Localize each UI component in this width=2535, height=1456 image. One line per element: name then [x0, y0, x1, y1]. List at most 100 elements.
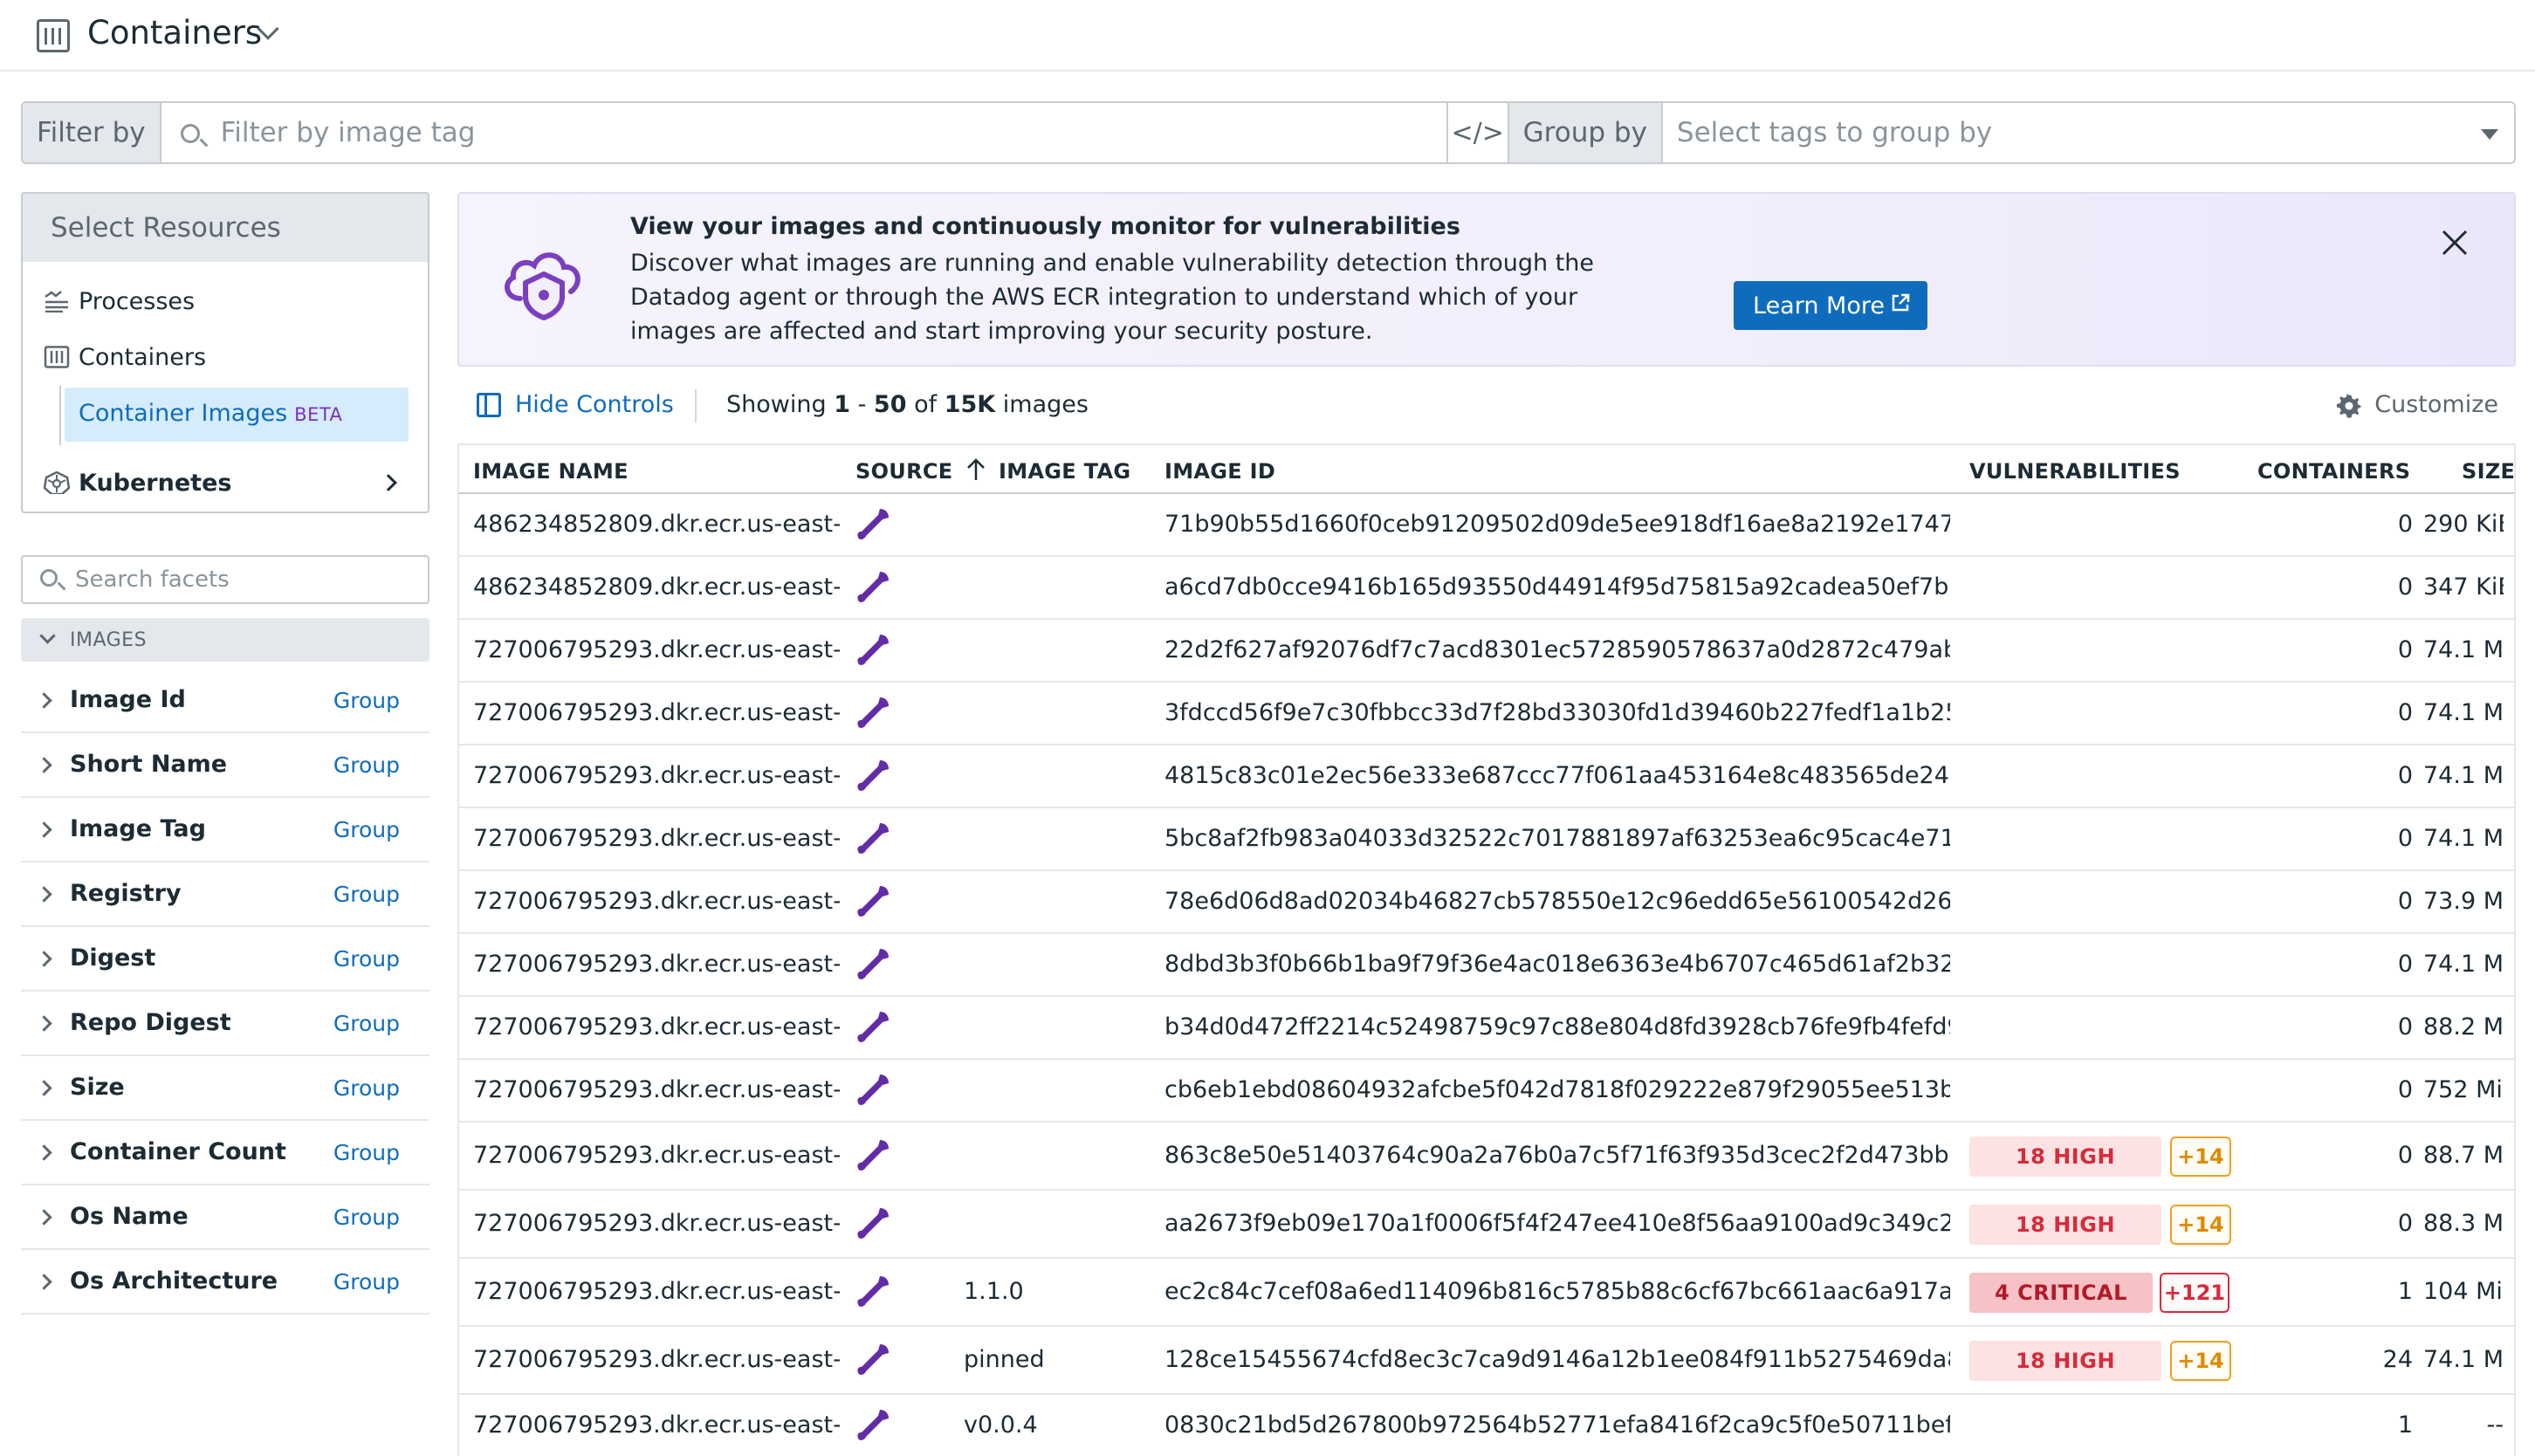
facet-row[interactable]: Size Group — [21, 1056, 429, 1121]
image-id-cell: 71b90b55d1660f0ceb91209502d09de5ee918df1… — [1164, 511, 1950, 538]
resource-label: Container Images BETA — [79, 400, 343, 427]
table-row[interactable]: 727006795293.dkr.ecr.us-east-1.... 863c8e… — [459, 1123, 2514, 1191]
table-row[interactable]: 727006795293.dkr.ecr.us-east-1.... 3fdccd… — [459, 683, 2514, 745]
containers-count-cell: 1 — [2397, 1278, 2413, 1305]
chevron-right-icon[interactable] — [36, 1015, 52, 1032]
table-row[interactable]: 727006795293.dkr.ecr.us-east-1.... pinned… — [459, 1327, 2514, 1395]
facet-row[interactable]: Image Tag Group — [21, 798, 429, 862]
table-row[interactable]: 727006795293.dkr.ecr.us-east-1.... 5bc8af… — [459, 808, 2514, 871]
table-row[interactable]: 486234852809.dkr.ecr.us-east-1.... a6cd7d… — [459, 557, 2514, 620]
column-header-size[interactable]: SIZE — [2462, 459, 2514, 484]
chevron-right-icon[interactable] — [36, 951, 52, 967]
resource-item-processes[interactable]: Processes — [23, 276, 428, 326]
facet-row[interactable]: Os Name Group — [21, 1185, 429, 1250]
facet-group-button[interactable]: Group — [333, 817, 400, 842]
resource-item-container-images[interactable]: Container Images BETA — [65, 388, 409, 442]
facet-row[interactable]: Repo Digest Group — [21, 992, 429, 1056]
beta-badge: BETA — [294, 404, 343, 425]
size-cell: 88.2 MiB — [2423, 1013, 2504, 1040]
chevron-right-icon[interactable] — [36, 1274, 52, 1290]
image-id-cell: 128ce15455674cfd8ec3c7ca9d9146a12b1ee084… — [1164, 1346, 1950, 1373]
chevron-right-icon[interactable] — [36, 821, 52, 838]
table-row[interactable]: 727006795293.dkr.ecr.us-east-1.... aa2673… — [459, 1191, 2514, 1259]
vulnerability-more-badge[interactable]: +121 — [2160, 1273, 2229, 1313]
column-header-source[interactable]: SOURCE — [855, 459, 952, 484]
vulnerability-badge[interactable]: 4 CRITICAL — [1969, 1273, 2153, 1313]
chevron-right-icon[interactable] — [36, 692, 52, 709]
toolbar-divider — [695, 389, 697, 422]
sort-ascending-icon[interactable] — [965, 457, 986, 482]
vulnerability-badge[interactable]: 18 HIGH — [1969, 1137, 2161, 1177]
column-header-image-tag[interactable]: IMAGE TAG — [999, 459, 1130, 484]
table-row[interactable]: 727006795293.dkr.ecr.us-east-1.... cb6eb1… — [459, 1060, 2514, 1123]
facet-group-button[interactable]: Group — [333, 752, 400, 778]
vulnerability-badge[interactable]: 18 HIGH — [1969, 1341, 2161, 1381]
containers-count-cell: 0 — [2397, 825, 2413, 852]
facet-row[interactable]: Short Name Group — [21, 733, 429, 798]
page-title[interactable]: Containers — [87, 14, 262, 52]
resource-label: Processes — [79, 287, 196, 315]
chevron-right-icon[interactable] — [36, 886, 52, 903]
close-icon[interactable] — [2439, 227, 2470, 258]
table-row[interactable]: 727006795293.dkr.ecr.us-east-1.... b34d0d… — [459, 997, 2514, 1060]
facet-row[interactable]: Registry Group — [21, 862, 429, 927]
image-name-cell: 727006795293.dkr.ecr.us-east-1.... — [473, 1013, 840, 1040]
facet-group-button[interactable]: Group — [333, 946, 400, 972]
facet-group-button[interactable]: Group — [333, 1205, 400, 1230]
learn-more-button[interactable]: Learn More — [1734, 281, 1927, 330]
table-row[interactable]: 727006795293.dkr.ecr.us-east-1.... 8dbd3b… — [459, 934, 2514, 997]
resource-item-kubernetes[interactable]: Kubernetes — [23, 457, 428, 508]
customize-label: Customize — [2374, 391, 2498, 418]
facet-name: Digest — [70, 944, 156, 972]
facet-row[interactable]: Container Count Group — [21, 1121, 429, 1185]
containers-count-cell: 24 — [2382, 1346, 2413, 1373]
group-by-select[interactable]: Select tags to group by — [1663, 103, 2514, 162]
column-header-image-id[interactable]: IMAGE ID — [1164, 459, 1275, 484]
facet-group-button[interactable]: Group — [333, 1011, 400, 1036]
image-id-cell: 22d2f627af92076df7c7acd8301ec57285905786… — [1164, 636, 1950, 663]
table-row[interactable]: 727006795293.dkr.ecr.us-east-1.... 78e6d0… — [459, 871, 2514, 934]
images-section-header[interactable]: IMAGES — [21, 618, 429, 662]
gear-icon — [2337, 393, 2361, 418]
chevron-right-icon[interactable] — [36, 1144, 52, 1161]
vulnerability-badge[interactable]: 18 HIGH — [1969, 1205, 2161, 1245]
table-row[interactable]: 727006795293.dkr.ecr.us-east-1.... v0.0.4… — [459, 1395, 2514, 1456]
filter-input[interactable]: Filter by image tag — [161, 103, 1448, 162]
search-icon — [180, 124, 200, 143]
vulnerability-more-badge[interactable]: +14 — [2170, 1205, 2231, 1245]
caret-down-icon — [2481, 129, 2498, 140]
select-resources-title: Select Resources — [23, 194, 428, 262]
facet-group-button[interactable]: Group — [333, 1269, 400, 1295]
facet-group-button[interactable]: Group — [333, 1140, 400, 1165]
column-header-containers[interactable]: CONTAINERS — [2257, 459, 2410, 484]
facet-search-input[interactable]: Search facets — [21, 555, 429, 604]
vulnerability-more-badge[interactable]: +14 — [2170, 1137, 2231, 1177]
table-row[interactable]: 486234852809.dkr.ecr.us-east-1.... 71b90b… — [459, 494, 2514, 557]
facet-group-button[interactable]: Group — [333, 1075, 400, 1101]
facet-row[interactable]: Image Id Group — [21, 669, 429, 733]
resource-item-containers[interactable]: Containers — [23, 332, 428, 382]
facet-group-button[interactable]: Group — [333, 882, 400, 907]
image-id-cell: 4815c83c01e2ec56e333e687ccc77f061aa45316… — [1164, 762, 1950, 789]
facet-row[interactable]: Os Architecture Group — [21, 1250, 429, 1315]
chevron-right-icon[interactable] — [36, 1209, 52, 1226]
search-icon — [40, 569, 58, 587]
customize-button[interactable]: Customize — [2336, 391, 2498, 418]
image-name-cell: 727006795293.dkr.ecr.us-east-1.... — [473, 1411, 840, 1439]
facet-row[interactable]: Digest Group — [21, 927, 429, 992]
facet-name: Container Count — [70, 1138, 286, 1165]
containers-count-cell: 0 — [2397, 951, 2413, 978]
facet-group-button[interactable]: Group — [333, 688, 400, 713]
column-header-image-name[interactable]: IMAGE NAME — [473, 459, 629, 484]
table-row[interactable]: 727006795293.dkr.ecr.us-east-1.... 1.1.0 e… — [459, 1259, 2514, 1327]
chevron-right-icon[interactable] — [36, 1080, 52, 1096]
table-row[interactable]: 727006795293.dkr.ecr.us-east-1.... 4815c8… — [459, 745, 2514, 808]
code-toggle-button[interactable]: </> — [1448, 103, 1509, 162]
vulnerability-more-badge[interactable]: +14 — [2170, 1341, 2231, 1381]
hide-controls-button[interactable]: Hide Controls — [515, 391, 674, 418]
column-header-vulnerabilities[interactable]: VULNERABILITIES — [1969, 459, 2181, 484]
hide-controls-icon[interactable] — [477, 393, 501, 417]
chevron-right-icon[interactable] — [36, 757, 52, 773]
table-row[interactable]: 727006795293.dkr.ecr.us-east-1.... 22d2f6… — [459, 620, 2514, 683]
wrench-icon — [854, 1341, 892, 1379]
